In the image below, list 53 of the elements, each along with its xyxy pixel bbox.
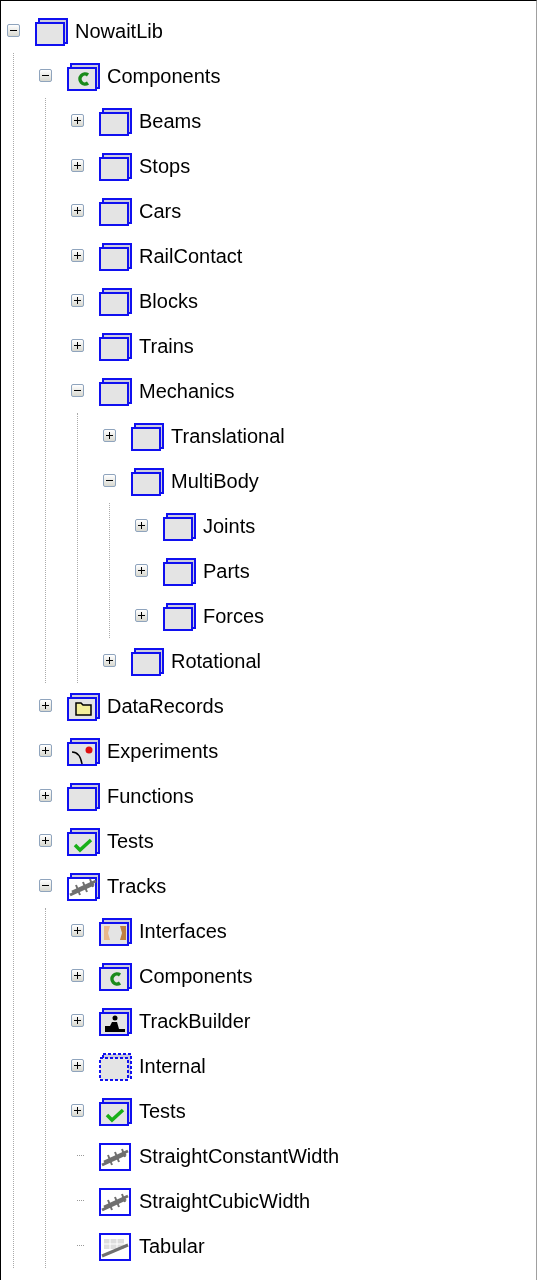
tree-item-label[interactable]: DataRecords [106,693,225,718]
tree-item-label[interactable]: Cars [138,198,183,223]
tree-item-label[interactable]: Forces [202,603,266,628]
expand-toggle[interactable] [71,969,84,982]
expand-toggle[interactable] [39,789,52,802]
tree-item-label[interactable]: StraightConstantWidth [138,1143,341,1168]
expand-toggle[interactable] [71,924,84,937]
collapse-toggle[interactable] [71,384,84,397]
tree-item-label[interactable]: Beams [138,108,203,133]
expand-toggle[interactable] [71,1059,84,1072]
expand-toggle[interactable] [39,834,52,847]
tree-item-label[interactable]: Joints [202,513,257,538]
tree-item-label[interactable]: Parts [202,558,251,583]
expand-toggle[interactable] [103,429,116,442]
tree-item-label[interactable]: Components [138,963,254,988]
expand-toggle[interactable] [135,564,148,577]
expand-toggle[interactable] [71,204,84,217]
collapse-toggle[interactable] [39,879,52,892]
expand-toggle[interactable] [71,159,84,172]
tree-item-label[interactable]: Tests [106,828,155,853]
expand-toggle[interactable] [103,654,116,667]
tree-item-label[interactable]: Stops [138,153,192,178]
tree-item-label[interactable]: TrackBuilder [138,1008,252,1033]
tree-item-label[interactable]: Components [106,63,222,88]
tree-item-label[interactable]: MultiBody [170,468,260,493]
tree-item-label[interactable]: Tracks [106,873,168,898]
collapse-toggle[interactable] [7,24,20,37]
tree-item-label[interactable]: StraightCubicWidth [138,1188,312,1213]
tree-item-label[interactable]: Interfaces [138,918,228,943]
collapse-toggle[interactable] [39,69,52,82]
tree-item-label[interactable]: Internal [138,1053,207,1078]
expand-toggle[interactable] [71,1014,84,1027]
tree-item-label[interactable]: Blocks [138,288,199,313]
tree-item-label[interactable]: Trains [138,333,195,358]
tree-item-label[interactable]: RailContact [138,243,244,268]
tree-item-label[interactable]: Tabular [138,1233,206,1258]
expand-toggle[interactable] [71,339,84,352]
expand-toggle[interactable] [71,1104,84,1117]
expand-toggle[interactable] [71,249,84,262]
tree-item-label[interactable]: NowaitLib [74,18,164,43]
tree-item-label[interactable]: Experiments [106,738,220,763]
expand-toggle[interactable] [71,294,84,307]
expand-toggle[interactable] [39,744,52,757]
tree-item-label[interactable]: Rotational [170,648,263,673]
tree-item-label[interactable]: Mechanics [138,378,236,403]
expand-toggle[interactable] [71,114,84,127]
expand-toggle[interactable] [39,699,52,712]
expand-toggle[interactable] [135,519,148,532]
collapse-toggle[interactable] [103,474,116,487]
expand-toggle[interactable] [135,609,148,622]
tree-item-label[interactable]: Translational [170,423,286,448]
tree-item-label[interactable]: Tests [138,1098,187,1123]
tree-item-label[interactable]: Functions [106,783,195,808]
